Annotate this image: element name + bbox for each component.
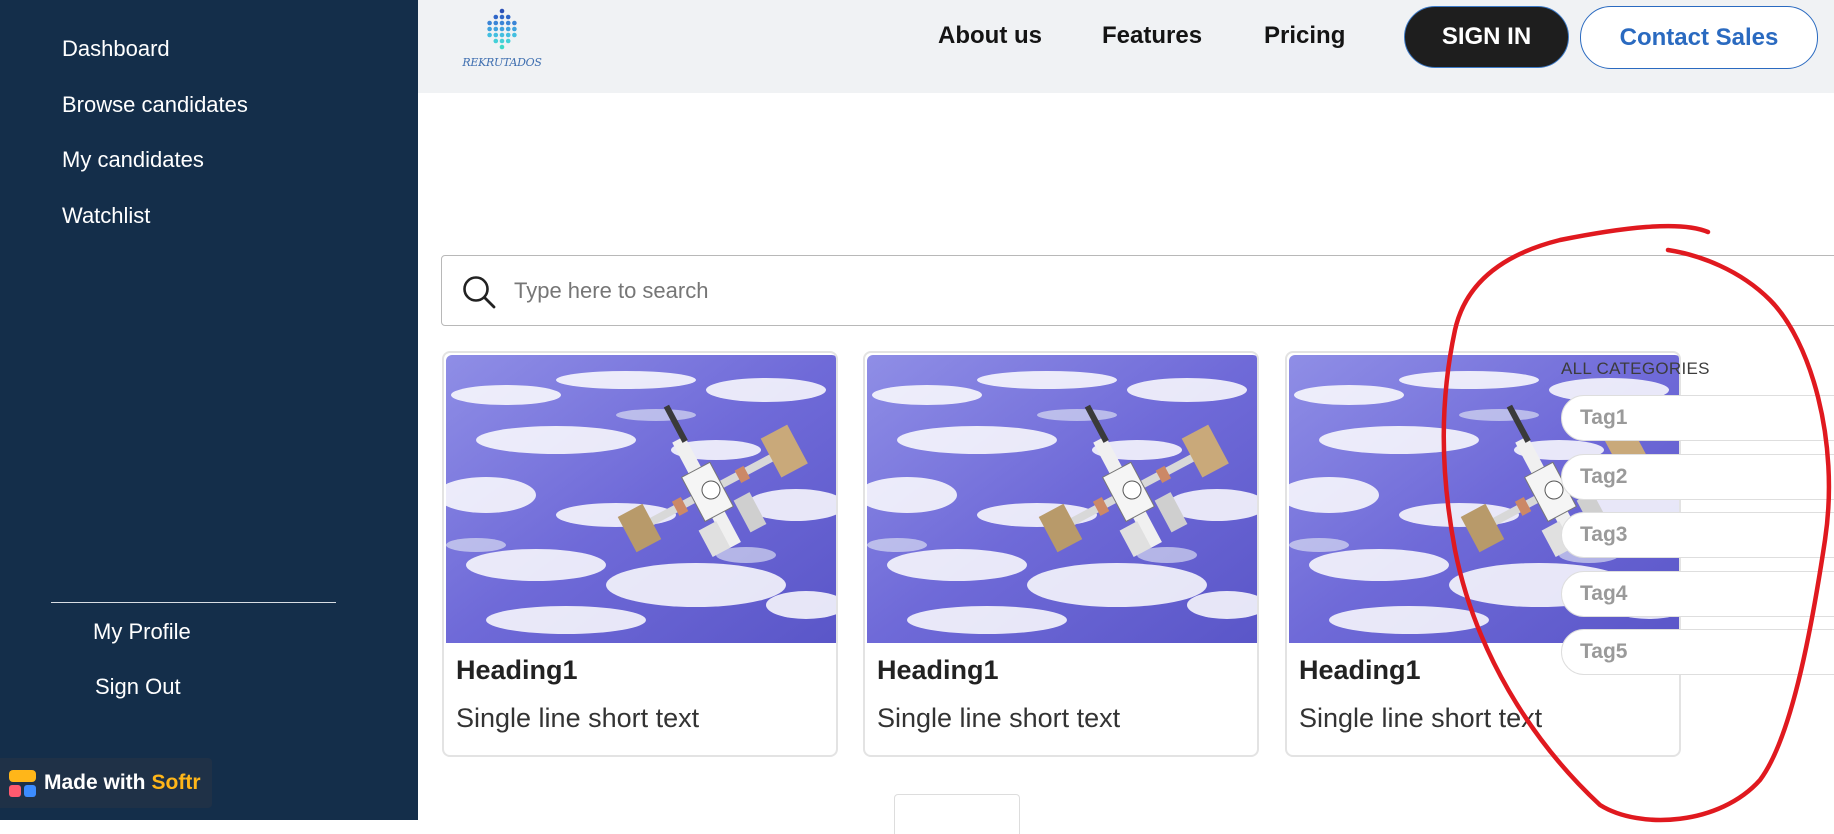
category-tag[interactable]: Tag1 xyxy=(1561,395,1834,441)
sidebar-item-dashboard[interactable]: Dashboard xyxy=(62,36,170,62)
sidebar-divider xyxy=(51,602,336,603)
sidebar-item-my-candidates[interactable]: My candidates xyxy=(62,147,204,173)
app-window: Dashboard Browse candidates My candidate… xyxy=(0,0,1834,834)
card-image xyxy=(867,355,1257,643)
search-input[interactable] xyxy=(514,270,1514,312)
softr-brand-label: Softr xyxy=(151,771,201,794)
sign-in-button[interactable]: SIGN IN xyxy=(1404,6,1569,68)
card-image xyxy=(446,355,836,643)
card-text: Single line short text xyxy=(1299,703,1543,733)
company-logo-text: REKRUTADOS xyxy=(462,56,542,69)
category-tag[interactable]: Tag5 xyxy=(1561,629,1834,675)
categories-title: ALL CATEGORIES xyxy=(1561,359,1710,378)
card-text: Single line short text xyxy=(456,703,700,733)
candidate-card[interactable]: Heading1 Single line short text xyxy=(442,351,838,757)
category-tag[interactable]: Tag3 xyxy=(1561,512,1834,558)
sidebar: Dashboard Browse candidates My candidate… xyxy=(0,0,418,820)
nav-features[interactable]: Features xyxy=(1102,22,1202,50)
search-bar xyxy=(441,255,1834,326)
card-heading: Heading1 xyxy=(456,655,578,685)
made-with-softr-badge[interactable]: Made with Softr xyxy=(0,758,212,808)
contact-sales-button[interactable]: Contact Sales xyxy=(1580,6,1818,69)
candidate-card[interactable]: Heading1 Single line short text xyxy=(863,351,1259,757)
sidebar-item-sign-out[interactable]: Sign Out xyxy=(95,674,181,700)
sidebar-item-watchlist[interactable]: Watchlist xyxy=(62,203,150,229)
category-tag[interactable]: Tag2 xyxy=(1561,454,1834,500)
sidebar-item-browse-candidates[interactable]: Browse candidates xyxy=(62,92,248,118)
made-with-label: Made with xyxy=(44,771,146,794)
pagination-control[interactable] xyxy=(894,794,1020,834)
nav-about-us[interactable]: About us xyxy=(938,22,1042,50)
company-logo[interactable]: REKRUTADOS xyxy=(462,6,542,76)
card-text: Single line short text xyxy=(877,703,1121,733)
sidebar-item-my-profile[interactable]: My Profile xyxy=(93,619,191,645)
softr-logo-icon xyxy=(9,769,36,797)
category-tag[interactable]: Tag4 xyxy=(1561,571,1834,617)
search-icon xyxy=(463,276,496,309)
company-logo-icon xyxy=(487,8,517,50)
card-heading: Heading1 xyxy=(1299,655,1421,685)
card-heading: Heading1 xyxy=(877,655,999,685)
nav-pricing[interactable]: Pricing xyxy=(1264,22,1345,50)
